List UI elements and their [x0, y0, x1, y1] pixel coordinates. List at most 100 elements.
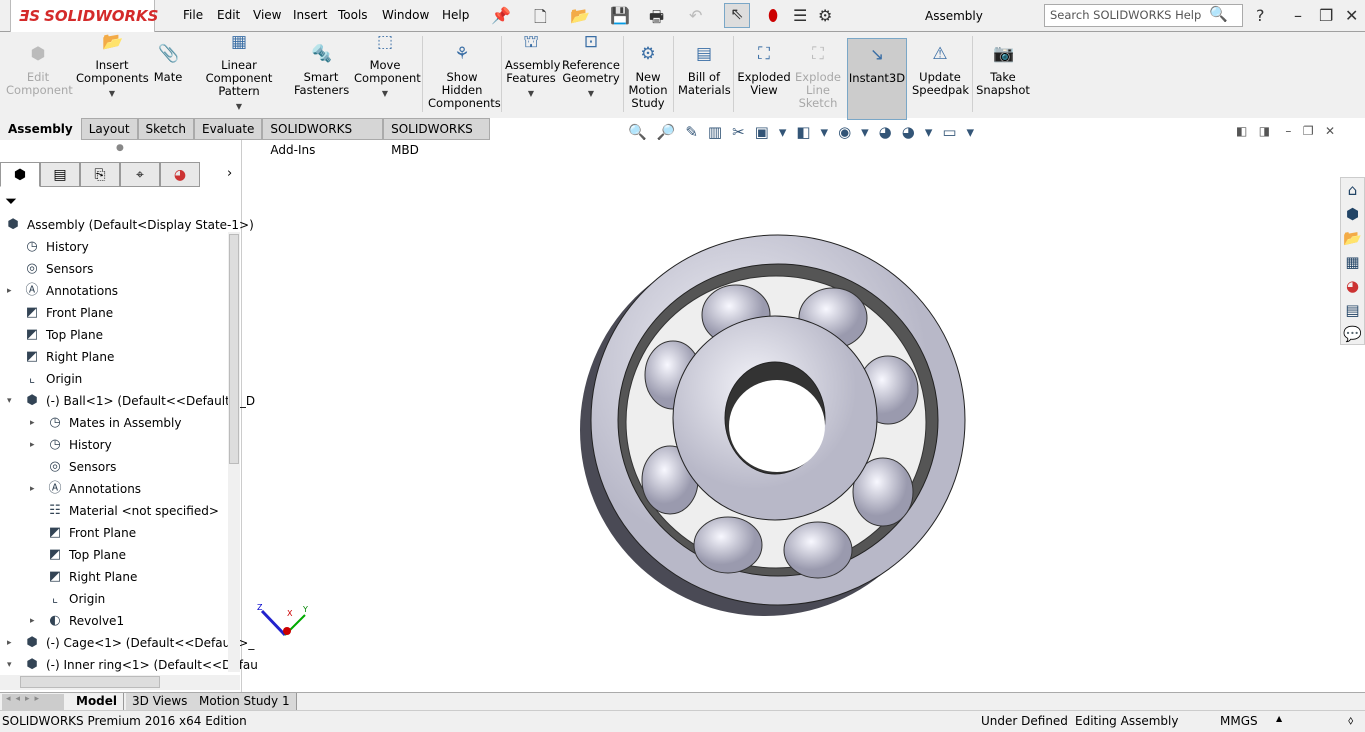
move-component-button[interactable]: ⬚ Move Component ▼ — [354, 34, 421, 100]
tree-item[interactable]: ⬢ Assembly (Default<Display State-1>) — [4, 215, 253, 235]
feature-manager-tab[interactable]: ⬢ — [0, 162, 40, 187]
tab-layout[interactable]: Layout — [80, 118, 138, 140]
tree-horizontal-scrollbar[interactable] — [0, 675, 240, 690]
menu-insert[interactable]: Insert — [293, 8, 327, 22]
new-document-icon[interactable]: 🗋 — [534, 6, 547, 33]
save-icon[interactable]: 💾 — [610, 6, 630, 25]
heads-up-view-toolbar[interactable]: 🔍🔎✎▥✂▣▾◧▾◉▾◕◕▾▭▾ — [628, 123, 984, 141]
filter-icon[interactable]: ⏷ — [5, 192, 17, 210]
graphics-area[interactable]: 🔍🔎✎▥✂▣▾◧▾◉▾◕◕▾▭▾ ◧ ◨ – ❐ ✕ ⌂ ⬢ 📂 ▦ ◕ ▤ 💬 ZXY — [243, 123, 1365, 692]
units-selector[interactable]: MMGS — [1220, 714, 1258, 728]
options-gear-icon[interactable]: ⚙ — [818, 6, 832, 25]
property-manager-tab[interactable]: ▤ — [40, 162, 80, 187]
tree-item[interactable]: ▸ Ⓐ Annotations — [7, 281, 118, 301]
search-input[interactable]: Search SOLIDWORKS Help 🔍 — [1044, 4, 1243, 27]
new-motion-study-button[interactable]: ⚙ New Motion Study — [626, 46, 670, 110]
minimize-icon[interactable]: – — [1294, 6, 1302, 25]
file-properties-icon[interactable]: ☰ — [793, 6, 807, 25]
chevron-right-icon[interactable]: › — [227, 166, 232, 181]
pin-icon[interactable]: 📌 — [491, 6, 511, 25]
menu-file[interactable]: File — [183, 8, 203, 22]
collapse-arrow-icon[interactable]: ▾ — [7, 655, 12, 675]
file-explorer-icon: 📂 — [1343, 229, 1362, 247]
insert-components-button[interactable]: 📂 Insert Components ▼ — [76, 34, 149, 100]
tree-item[interactable]: ⌞ Origin — [46, 589, 105, 609]
select-icon[interactable]: ⇖ — [724, 3, 750, 28]
tree-item[interactable]: ▸ ◷ History — [30, 435, 112, 455]
tab-assembly[interactable]: Assembly — [0, 118, 81, 140]
tree-item[interactable]: ▸ Ⓐ Annotations — [30, 479, 141, 499]
restore-icon[interactable]: ❐ — [1319, 6, 1333, 25]
tree-item[interactable]: ☷ Material <not specified> — [46, 501, 219, 521]
panel-grip[interactable]: ● — [116, 143, 124, 153]
display-manager-tab[interactable]: ◕ — [160, 162, 200, 187]
tab-3d-views[interactable]: 3D Views — [126, 693, 195, 710]
bearing-model[interactable] — [578, 230, 978, 620]
rebuild-icon[interactable]: ⬮ — [768, 6, 778, 26]
collapse-arrow-icon[interactable]: ▾ — [7, 391, 12, 411]
bom-button[interactable]: ▤ Bill of Materials — [678, 46, 731, 97]
units-arrow-icon[interactable]: ▲ — [1276, 714, 1282, 723]
tab-addins[interactable]: SOLIDWORKS Add-Ins — [262, 118, 384, 157]
take-snapshot-button[interactable]: 📷 Take Snapshot — [976, 46, 1030, 97]
print-icon[interactable]: 🖶 — [649, 6, 664, 33]
tree-item[interactable]: ▾ ⬢ (-) Ball<1> (Default<<Default>_D — [7, 391, 255, 411]
assembly-features-button[interactable]: ⛫ Assembly Features ▼ — [505, 34, 560, 100]
tree-item[interactable]: ⌞ Origin — [23, 369, 82, 389]
tree-vertical-scrollbar[interactable] — [228, 232, 240, 672]
tree-item[interactable]: ◩ Top Plane — [46, 545, 126, 565]
help-icon[interactable]: ? — [1256, 6, 1265, 25]
tree-item[interactable]: ◩ Right Plane — [23, 347, 114, 367]
undo-icon[interactable]: ↶ — [689, 6, 702, 25]
tree-item[interactable]: ▸ ◐ Revolve1 — [30, 611, 124, 631]
design-library-icon: ⬢ — [1345, 205, 1360, 223]
tab-sketch[interactable]: Sketch — [137, 118, 194, 140]
open-icon[interactable]: 📂 — [570, 6, 590, 25]
tree-item[interactable]: ◎ Sensors — [46, 457, 116, 477]
expand-arrow-icon[interactable]: ▸ — [7, 281, 12, 301]
expand-arrow-icon[interactable]: ▸ — [30, 413, 35, 433]
tree-item[interactable]: ▸ ⬢ (-) Cage<1> (Default<<Default>_ — [7, 633, 254, 653]
tree-item[interactable]: ◷ History — [23, 237, 88, 257]
tab-evaluate[interactable]: Evaluate — [193, 118, 263, 140]
menu-window[interactable]: Window — [382, 8, 429, 22]
expand-arrow-icon[interactable]: ▸ — [30, 611, 35, 631]
close-icon[interactable]: ✕ — [1345, 6, 1358, 25]
smart-fasteners-button[interactable]: 🔩 Smart Fasteners — [294, 46, 349, 97]
tree-node-icon: ◩ — [25, 349, 39, 364]
menu-edit[interactable]: Edit — [217, 8, 240, 22]
tree-item[interactable]: ◩ Top Plane — [23, 325, 103, 345]
search-icon[interactable]: 🔍 — [1209, 5, 1228, 23]
task-pane-tabs[interactable]: ⌂ ⬢ 📂 ▦ ◕ ▤ 💬 — [1340, 177, 1365, 345]
reference-geometry-button[interactable]: ⊡ Reference Geometry ▼ — [562, 34, 620, 100]
menu-tools[interactable]: Tools — [338, 8, 368, 22]
window-controls[interactable]: ◧ ◨ – ❐ ✕ — [1236, 124, 1335, 138]
expand-arrow-icon[interactable]: ▸ — [30, 435, 35, 455]
mate-button[interactable]: 📎 Mate — [152, 46, 184, 84]
tree-item[interactable]: ▸ ◷ Mates in Assembly — [30, 413, 181, 433]
expand-arrow-icon[interactable]: ▸ — [7, 633, 12, 653]
exploded-view-button[interactable]: ⛶ Exploded View — [737, 46, 791, 97]
dimxpert-tab[interactable]: ⌖ — [120, 162, 160, 187]
tree-item[interactable]: ◩ Right Plane — [46, 567, 137, 587]
menu-view[interactable]: View — [253, 8, 281, 22]
tree-item[interactable]: ◎ Sensors — [23, 259, 93, 279]
update-speedpak-button[interactable]: ⚠ Update Speedpak — [912, 46, 969, 97]
tab-model[interactable]: Model — [70, 693, 125, 710]
menu-help[interactable]: Help — [442, 8, 469, 22]
tab-motion-study[interactable]: Motion Study 1 — [193, 693, 297, 710]
edit-component-button[interactable]: ⬢ Edit Component — [6, 46, 73, 97]
instant3d-button[interactable]: ↘ Instant3D — [847, 38, 907, 120]
expand-arrow-icon[interactable]: ▸ — [30, 479, 35, 499]
linear-pattern-button[interactable]: ▦ Linear Component Pattern ▼ — [190, 34, 288, 113]
tab-mbd[interactable]: SOLIDWORKS MBD — [383, 118, 490, 157]
tab-scroll-arrows[interactable]: ◂◂▸▸ — [2, 694, 64, 710]
show-hidden-button[interactable]: ⚘ Show Hidden Components — [428, 46, 501, 110]
tree-item[interactable]: ◩ Front Plane — [23, 303, 113, 323]
quick-tips-icon[interactable]: ⬨ — [1348, 713, 1353, 728]
explode-line-sketch-button[interactable]: ⛶ Explode Line Sketch — [794, 46, 842, 110]
configuration-manager-tab[interactable]: ⎘ — [80, 162, 120, 187]
solidworks-logo[interactable]: ƎS SOLIDWORKS — [10, 0, 158, 33]
tree-item[interactable]: ◩ Front Plane — [46, 523, 136, 543]
tree-item[interactable]: ▾ ⬢ (-) Inner ring<1> (Default<<Defau — [7, 655, 258, 675]
